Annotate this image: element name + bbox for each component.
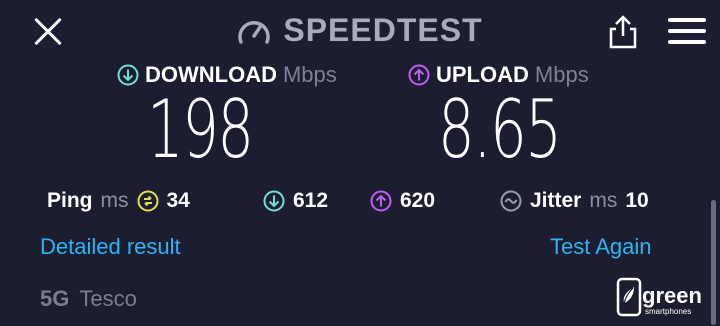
detailed-result-link[interactable]: Detailed result [40, 234, 181, 260]
network-info: 5G Tesco [40, 286, 137, 312]
upload-latency-stat: 620 [370, 186, 435, 216]
jitter-label: Jitter [530, 189, 582, 212]
test-again-link[interactable]: Test Again [550, 234, 652, 260]
jitter-icon [500, 190, 522, 212]
green-smartphones-logo: green smartphones [612, 273, 707, 321]
download-latency-value: 612 [293, 189, 329, 212]
svg-text:green: green [642, 283, 702, 308]
svg-text:smartphones: smartphones [645, 307, 691, 316]
jitter-stat: Jitter ms 10 [500, 186, 649, 216]
download-unit: Mbps [282, 62, 337, 87]
arrow-down-circle-icon [263, 190, 285, 212]
scrollbar[interactable] [711, 200, 716, 325]
jitter-value: 10 [625, 189, 649, 212]
stats-row: Ping ms 34 612 620 Jitter ms 10 [0, 186, 720, 218]
upload-latency-value: 620 [400, 189, 436, 212]
download-latency-stat: 612 [263, 186, 328, 216]
arrow-down-circle-icon [117, 64, 139, 86]
ping-value: 34 [166, 189, 190, 212]
network-generation: 5G [40, 286, 70, 311]
menu-button[interactable] [668, 18, 706, 44]
arrow-up-circle-icon [408, 64, 430, 86]
arrow-up-circle-icon [370, 190, 392, 212]
app-title: SPEEDTEST [283, 12, 483, 48]
share-button[interactable] [605, 14, 641, 50]
upload-value: 8.65 [438, 83, 562, 176]
speedometer-icon [238, 20, 271, 44]
ping-stat: Ping ms 34 [47, 186, 190, 216]
ping-label: Ping [47, 189, 93, 212]
share-icon [609, 15, 637, 49]
ping-unit: ms [100, 189, 129, 212]
green-smartphones-logo-graphic: green smartphones [616, 277, 702, 317]
download-value: 198 [147, 83, 254, 176]
ping-icon [137, 190, 158, 212]
carrier-name: Tesco [79, 286, 137, 311]
jitter-unit: ms [589, 189, 618, 212]
